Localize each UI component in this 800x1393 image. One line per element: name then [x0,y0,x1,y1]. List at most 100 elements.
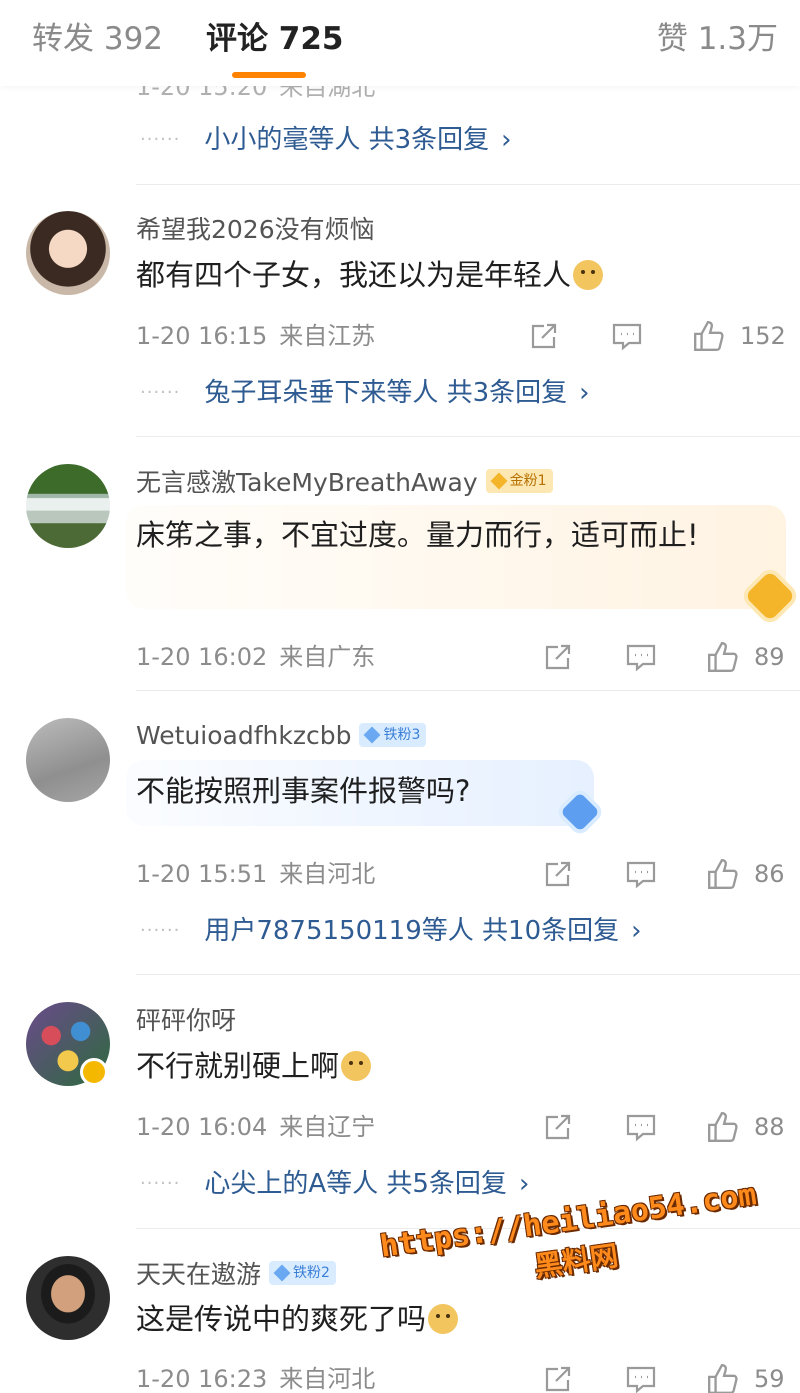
replies-text: 用户7875150119等人 共10条回复 [204,916,620,946]
like-count: 88 [754,1113,785,1141]
comment-icon [612,323,642,351]
comment-meta: 1-20 16:23 来自河北 [136,1362,375,1393]
share-icon [545,1366,571,1392]
comment-icon [626,1114,656,1142]
replies-link[interactable]: ······ 心尖上的A等人 共5条回复 › [140,1166,529,1202]
chevron-right-icon: › [518,1169,530,1199]
like-button[interactable]: 152 [692,319,786,353]
like-count: 89 [754,643,785,671]
comment-meta: 1-20 16:15 来自江苏 [136,319,375,353]
comment-location: 来自江苏 [279,322,376,350]
badge-gem-icon [490,472,508,490]
fan-badge[interactable]: 金粉1 [485,469,553,493]
comment-time: 1-20 15:51 [136,860,268,888]
comment-body: 都有四个子女，我还以为是年轻人 [136,258,572,292]
comment-button[interactable] [625,1110,657,1144]
replies-link[interactable]: ······ 小小的毫等人 共3条回复 › [140,122,512,158]
username[interactable]: 无言感激TakeMyBreathAway [136,463,478,499]
comment-meta: 1-20 16:02 来自广东 [136,640,375,674]
share-icon [545,861,571,887]
like-count: 59 [754,1365,785,1393]
like-icon [694,321,724,351]
like-icon [708,859,738,889]
like-button[interactable]: 59 [706,1362,785,1393]
share-icon [545,644,571,670]
divider [136,690,800,691]
fan-badge[interactable]: 铁粉2 [269,1261,336,1285]
tab-bar: 转发 392 评论 725 赞 1.3万 [0,0,800,86]
avatar[interactable] [26,464,110,548]
replies-link[interactable]: ······ 用户7875150119等人 共10条回复 › [140,913,642,949]
comment-button[interactable] [611,319,643,353]
comment-location: 来自河北 [279,860,376,888]
like-button[interactable]: 88 [706,1110,785,1144]
replies-dots: ······ [140,382,181,403]
emoji-doge-icon [573,260,604,290]
comment-body: 这是传说中的爽死了吗 [136,1302,427,1336]
emoji-doge-icon [341,1051,372,1081]
like-count: 152 [740,322,786,350]
comment-icon [626,861,656,889]
divider [136,184,800,185]
tab-repost[interactable]: 转发 392 [32,18,163,60]
comment-body: 床笫之事，不宜过度。量力而行，适可而止! [136,518,699,552]
fan-badge[interactable]: 铁粉3 [359,723,427,747]
comment-time: 1-20 16:15 [136,322,268,350]
comment-location: 来自广东 [279,643,376,671]
avatar[interactable] [26,1256,110,1340]
comment-location: 来自河北 [279,1365,376,1393]
chevron-right-icon: › [579,378,590,408]
replies-dots: ······ [140,129,181,150]
like-icon [708,642,738,672]
comment-time: 1-20 16:23 [136,1365,268,1393]
comment-icon [626,1366,656,1393]
tab-likes[interactable]: 赞 1.3万 [657,18,778,60]
username[interactable]: 希望我2026没有烦恼 [136,210,375,246]
comment-button[interactable] [625,640,657,674]
avatar[interactable] [26,718,110,802]
divider [136,436,800,437]
share-button[interactable] [542,1362,574,1393]
replies-text: 心尖上的A等人 共5条回复 [204,1169,507,1199]
username[interactable]: 天天在遨游 [136,1255,261,1291]
share-button[interactable] [542,857,574,891]
like-button[interactable]: 86 [706,857,785,891]
share-icon [545,1114,571,1140]
replies-text: 兔子耳朵垂下来等人 共3条回复 [204,378,568,408]
comment-button[interactable] [625,1362,657,1393]
like-icon [708,1112,738,1142]
comment-time: 1-20 16:04 [136,1113,268,1141]
replies-text: 小小的毫等人 共3条回复 [204,125,490,155]
share-button[interactable] [528,319,560,353]
badge-label: 金粉1 [509,473,547,489]
replies-dots: ······ [140,920,181,941]
comment-meta: 1-20 16:04 来自辽宁 [136,1110,375,1144]
avatar[interactable] [26,211,110,295]
tab-comments[interactable]: 评论 725 [206,18,344,60]
share-button[interactable] [542,640,574,674]
comment-icon [626,644,656,672]
badge-gem-icon [273,1264,291,1282]
comment-body: 不能按照刑事案件报警吗? [136,774,471,808]
badge-gem-icon [363,726,381,744]
comment-button[interactable] [625,857,657,891]
username-row: 希望我2026没有烦恼 [136,211,375,245]
comment-body: 不行就别硬上啊 [136,1049,340,1083]
comment-text: 不行就别硬上啊 [136,1043,776,1089]
active-tab-indicator [232,72,306,78]
share-icon [531,323,557,349]
chevron-right-icon: › [501,125,512,155]
like-icon [708,1364,738,1393]
username[interactable]: 砰砰你呀 [136,1001,236,1037]
comment-text: 不能按照刑事案件报警吗? [136,768,776,814]
like-button[interactable]: 89 [706,640,785,674]
badge-label: 铁粉2 [293,1265,330,1281]
replies-link[interactable]: ······ 兔子耳朵垂下来等人 共3条回复 › [140,375,590,411]
divider [136,974,800,975]
username-row: 无言感激TakeMyBreathAway 金粉1 [136,464,553,498]
comment-time: 1-20 16:02 [136,643,268,671]
username[interactable]: Wetuioadfhkzcbb [136,721,351,750]
share-button[interactable] [542,1110,574,1144]
like-count: 86 [754,860,785,888]
username-row: 砰砰你呀 [136,1002,236,1036]
